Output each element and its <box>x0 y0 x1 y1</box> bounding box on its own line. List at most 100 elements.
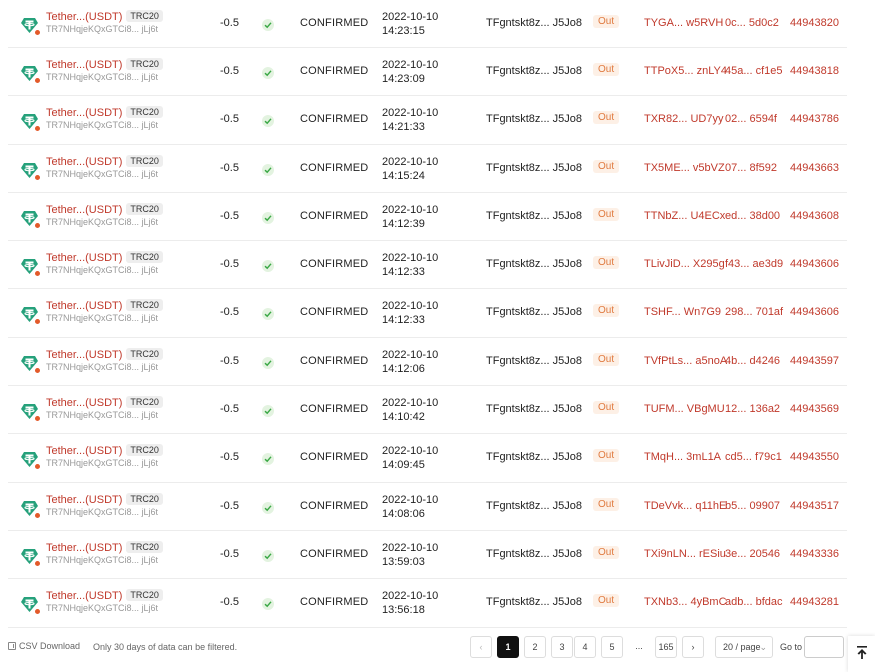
token-name-link[interactable]: Tether...(USDT) TRC20 <box>46 396 163 409</box>
to-address-link[interactable]: TXR82... UD7yy <box>644 113 723 125</box>
goto-page-input[interactable] <box>804 636 844 658</box>
date: 2022-10-10 <box>382 493 439 506</box>
tron-chain-icon <box>34 559 41 567</box>
block-link[interactable]: 44943336 <box>790 548 839 560</box>
tx-hash-link[interactable]: 0c... 5d0c2 <box>725 17 779 29</box>
back-to-top-button[interactable] <box>848 636 875 672</box>
table-row: Tether...(USDT) TRC20 TR7NHqjeKQxGTCi8... … <box>8 0 847 48</box>
time: 14:10:42 <box>382 411 425 424</box>
to-address-link[interactable]: TUFM... VBgMU <box>644 403 725 415</box>
from-address: TFgntskt8z... J5Jo8 <box>486 451 582 464</box>
tx-hash-link[interactable]: 02... 6594f <box>725 113 777 125</box>
from-address: TFgntskt8z... J5Jo8 <box>486 209 582 222</box>
to-address-link[interactable]: TVfPtLs... a5noA <box>644 355 727 367</box>
block-link[interactable]: 44943517 <box>790 500 839 512</box>
to-address-link[interactable]: TTNbZ... U4ECx <box>644 210 725 222</box>
token-contract-address: TR7NHqjeKQxGTCi8... jLj6t <box>46 72 159 82</box>
block-link[interactable]: 44943550 <box>790 451 839 463</box>
token-contract-address: TR7NHqjeKQxGTCi8... jLj6t <box>46 265 159 276</box>
token-standard-badge: TRC20 <box>126 154 163 167</box>
tx-hash-link[interactable]: 12... 136a2 <box>725 403 780 415</box>
usdt-token-icon <box>20 64 41 84</box>
tx-hash-link[interactable]: b5... 09907 <box>725 500 780 512</box>
from-address: TFgntskt8z... J5Jo8 <box>486 65 582 77</box>
token-name-link[interactable]: Tether...(USDT) TRC20 <box>46 540 163 554</box>
to-address-link[interactable]: TSHF... Wn7G9 <box>644 306 721 318</box>
token-name-link[interactable]: Tether...(USDT) TRC20 <box>46 58 163 71</box>
to-address-link[interactable]: TDeVvk... q11hE <box>644 500 726 512</box>
from-address: TFgntskt8z... J5Jo8 <box>486 306 582 319</box>
page-ellipsis[interactable]: ... <box>628 636 650 658</box>
tx-hash-link[interactable]: 4b... d4246 <box>725 355 780 367</box>
check-icon <box>262 453 274 466</box>
tx-hash-link[interactable]: 298... 701af <box>725 306 783 318</box>
timestamp: 2022-10-10 14:08:06 <box>382 493 438 521</box>
date: 2022-10-10 <box>382 541 439 554</box>
token-standard-badge: TRC20 <box>126 10 163 22</box>
direction-badge: Out <box>593 545 620 559</box>
tx-hash-link[interactable]: 3e... 20546 <box>725 548 780 560</box>
token-name-link[interactable]: Tether...(USDT) TRC20 <box>46 154 163 168</box>
to-address-link[interactable]: TXNb3... 4yBmC <box>644 596 727 608</box>
page-size-select[interactable]: 20 / page ⌄ <box>715 636 773 658</box>
to-address-link[interactable]: TX5ME... v5bVZ <box>644 162 725 174</box>
timestamp: 2022-10-10 14:12:39 <box>382 203 438 231</box>
csv-download-label: CSV Download <box>19 641 81 651</box>
table-row: Tether...(USDT) TRC20 TR7NHqjeKQxGTCi8... … <box>8 145 847 193</box>
token-name-link[interactable]: Tether...(USDT) TRC20 <box>46 589 163 602</box>
tx-hash-link[interactable]: 07... 8f592 <box>725 162 777 174</box>
tx-hash-link[interactable]: 45a... cf1e5 <box>725 65 783 77</box>
token-name: Tether...(USDT) <box>46 59 123 71</box>
token-contract-address: TR7NHqjeKQxGTCi8... jLj6t <box>46 361 159 372</box>
token-name-link[interactable]: Tether...(USDT) TRC20 <box>46 299 163 312</box>
block-link[interactable]: 44943663 <box>790 162 839 174</box>
timestamp: 2022-10-10 14:23:09 <box>382 58 438 86</box>
to-address-link[interactable]: TLivJiD... X295g <box>644 258 725 270</box>
csv-download-button[interactable]: CSV Download <box>8 641 80 651</box>
check-icon <box>262 67 274 79</box>
token-name-link[interactable]: Tether...(USDT) TRC20 <box>46 251 163 264</box>
amount: -0.5 <box>220 113 239 126</box>
token-name-link[interactable]: Tether...(USDT) TRC20 <box>46 492 163 506</box>
table-row: Tether...(USDT) TRC20 TR7NHqjeKQxGTCi8... … <box>8 193 847 242</box>
page-button[interactable]: 2 <box>524 636 546 658</box>
to-address-link[interactable]: TMqH... 3mL1A <box>644 451 721 463</box>
block-link[interactable]: 44943606 <box>790 258 839 270</box>
block-link[interactable]: 44943820 <box>790 17 839 29</box>
prev-page-button[interactable]: ‹ <box>470 636 492 658</box>
block-link[interactable]: 44943597 <box>790 355 839 367</box>
token-name-link[interactable]: Tether...(USDT) TRC20 <box>46 444 163 457</box>
page-button[interactable]: 3 <box>551 636 573 658</box>
amount: -0.5 <box>220 354 239 367</box>
to-address-link[interactable]: TXi9nLN... rESiu <box>644 548 726 560</box>
to-address-link[interactable]: TTPoX5... znLY4 <box>644 65 727 77</box>
token-standard-badge: TRC20 <box>126 299 163 312</box>
page-button[interactable]: 1 <box>497 636 519 658</box>
page-button[interactable]: 5 <box>601 636 623 658</box>
to-address-link[interactable]: TYGA... w5RVH <box>644 17 723 29</box>
token-name-link[interactable]: Tether...(USDT) TRC20 <box>46 202 163 216</box>
from-address: TFgntskt8z... J5Jo8 <box>486 403 582 416</box>
check-icon <box>262 260 274 273</box>
token-name: Tether...(USDT) <box>46 155 123 168</box>
token-name-link[interactable]: Tether...(USDT) TRC20 <box>46 106 163 119</box>
block-link[interactable]: 44943569 <box>790 403 839 415</box>
block-link[interactable]: 44943608 <box>790 210 839 222</box>
table-row: Tether...(USDT) TRC20 TR7NHqjeKQxGTCi8... … <box>8 48 847 97</box>
block-link[interactable]: 44943786 <box>790 113 839 125</box>
page-button[interactable]: 4 <box>574 636 596 658</box>
block-link[interactable]: 44943606 <box>790 306 839 318</box>
tx-hash-link[interactable]: f43... ae3d9 <box>725 258 783 270</box>
page-button[interactable]: 165 <box>655 636 677 658</box>
token-name-link[interactable]: Tether...(USDT) TRC20 <box>46 347 163 361</box>
token-name: Tether...(USDT) <box>46 397 123 410</box>
tx-hash-link[interactable]: cd5... f79c1 <box>725 451 782 463</box>
tx-hash-link[interactable]: adb... bfdac <box>725 596 783 608</box>
block-link[interactable]: 44943818 <box>790 65 839 77</box>
from-address: TFgntskt8z... J5Jo8 <box>486 596 582 609</box>
token-contract-address: TR7NHqjeKQxGTCi8... jLj6t <box>46 120 159 131</box>
tx-hash-link[interactable]: ed... 38d00 <box>725 210 780 222</box>
block-link[interactable]: 44943281 <box>790 596 839 608</box>
next-page-button[interactable]: › <box>682 636 704 658</box>
token-name-link[interactable]: Tether...(USDT) TRC20 <box>46 10 163 23</box>
